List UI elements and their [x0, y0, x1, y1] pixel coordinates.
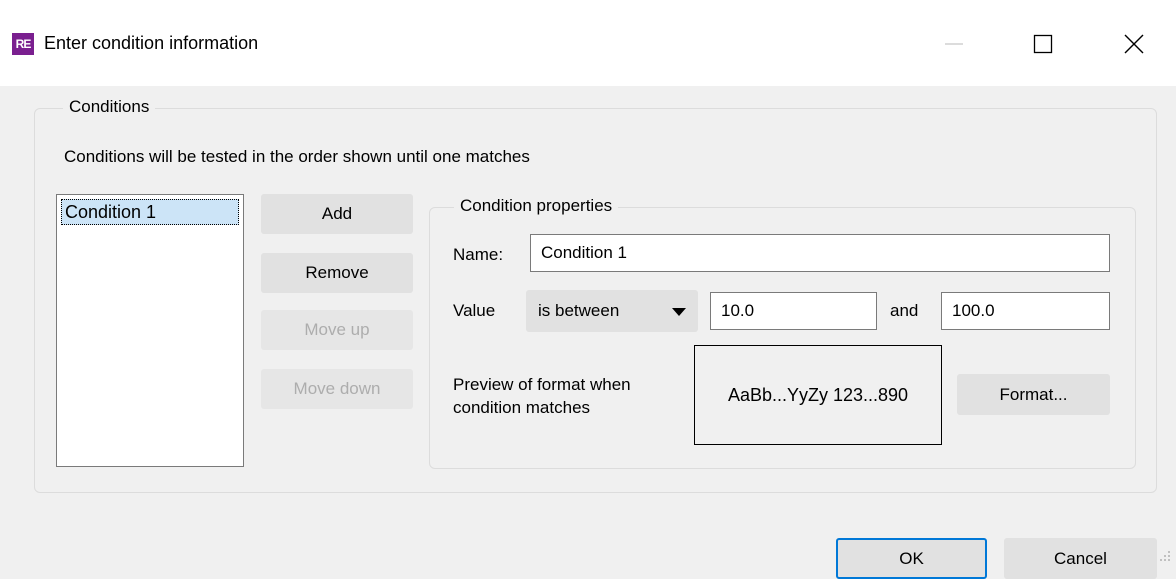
close-icon [1124, 34, 1144, 54]
app-icon: RE [12, 33, 34, 55]
preview-label: Preview of format when condition matches [453, 373, 631, 419]
remove-button[interactable]: Remove [261, 253, 413, 293]
minimize-icon [945, 43, 963, 45]
conditions-legend: Conditions [63, 97, 156, 117]
resize-grip-icon[interactable] [1158, 549, 1172, 563]
preview-label-line-2: condition matches [453, 398, 591, 417]
window-title: Enter condition information [44, 33, 259, 53]
condition-properties-legend: Condition properties [454, 196, 619, 216]
conditions-list[interactable]: Condition 1 [56, 194, 244, 467]
format-button[interactable]: Format... [957, 374, 1110, 415]
maximize-icon [1033, 34, 1053, 54]
conditions-intro-text: Conditions will be tested in the order s… [64, 147, 530, 166]
operator-selected-value: is between [538, 301, 620, 320]
move-down-button[interactable]: Move down [261, 369, 413, 409]
operator-dropdown[interactable]: is between [526, 290, 698, 332]
name-field[interactable]: Condition 1 [530, 234, 1110, 272]
add-button[interactable]: Add [261, 194, 413, 234]
title-bar: RE Enter condition information [0, 0, 1176, 86]
ok-button[interactable]: OK [836, 538, 987, 579]
min-value-field[interactable]: 10.0 [710, 292, 877, 330]
close-button[interactable] [1105, 16, 1163, 72]
preview-label-line-1: Preview of format when [453, 375, 631, 394]
value-label: Value [453, 301, 496, 320]
move-up-button[interactable]: Move up [261, 310, 413, 350]
name-label: Name: [453, 245, 504, 264]
cancel-button[interactable]: Cancel [1004, 538, 1157, 579]
and-label: and [890, 301, 919, 320]
format-preview: AaBb...YyZy 123...890 [694, 345, 942, 445]
dropdown-arrow-icon [672, 308, 686, 316]
maximize-button[interactable] [1014, 16, 1072, 72]
list-item-condition-1[interactable]: Condition 1 [61, 199, 239, 225]
minimize-button[interactable] [925, 16, 983, 72]
max-value-field[interactable]: 100.0 [941, 292, 1110, 330]
